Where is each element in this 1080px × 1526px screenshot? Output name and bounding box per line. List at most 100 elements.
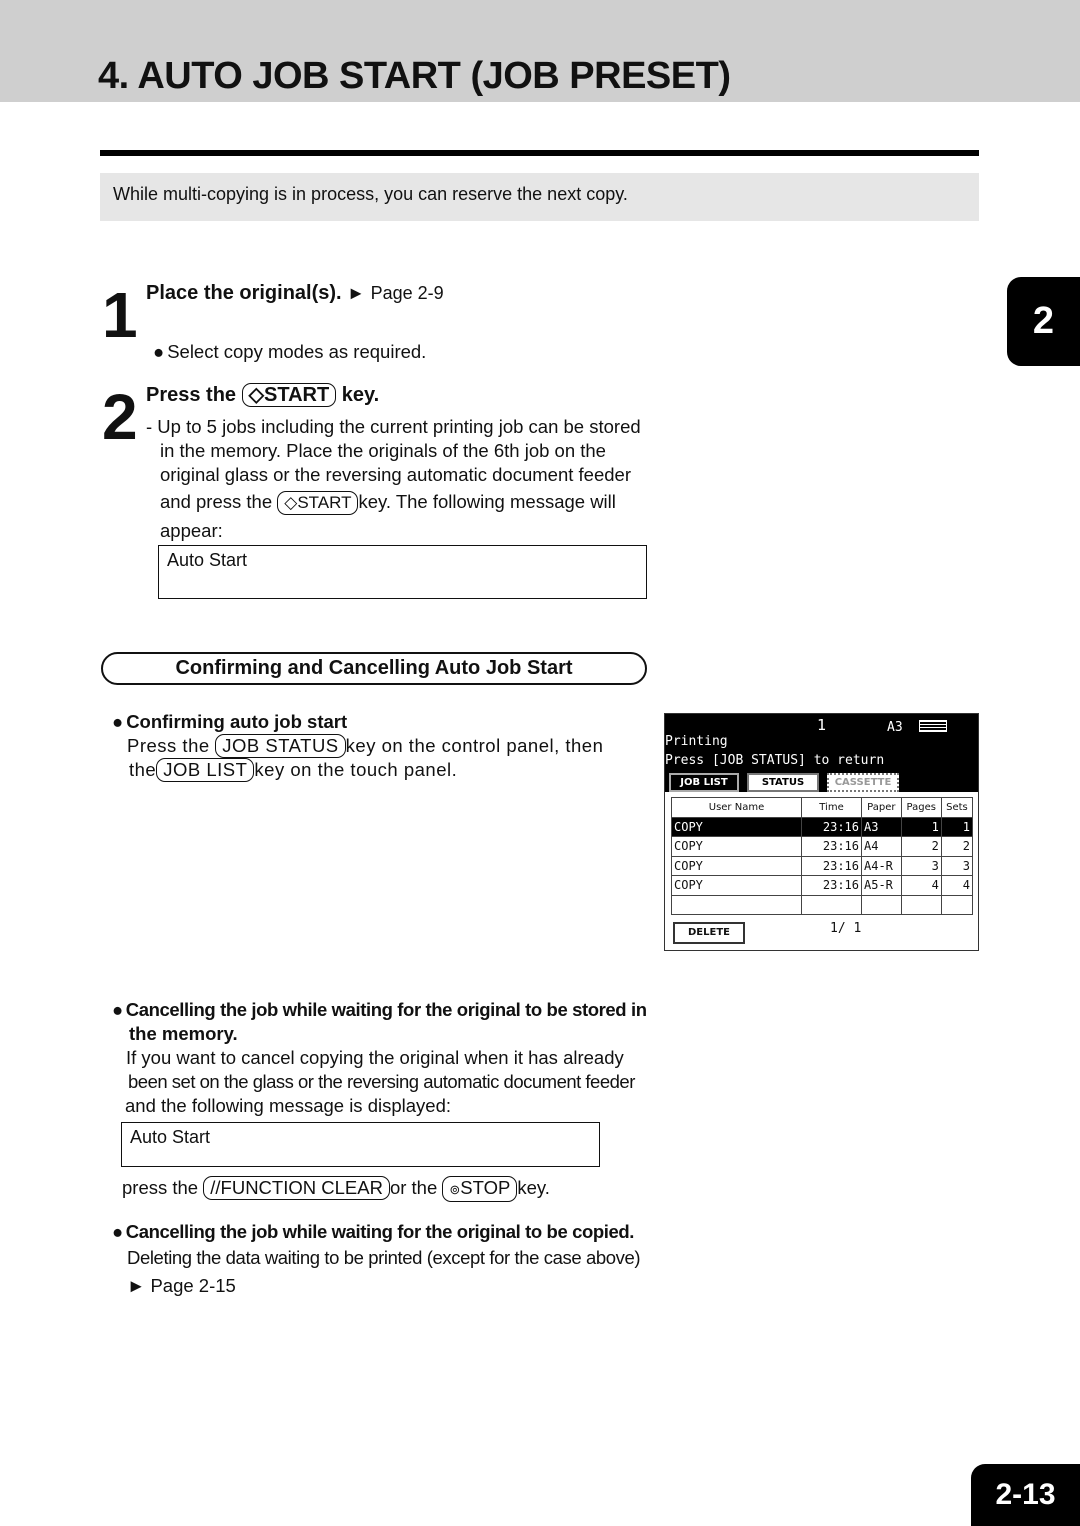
function-clear-key: //FUNCTION CLEAR — [203, 1176, 390, 1200]
cell: 23:16 — [801, 875, 862, 896]
cell: 2 — [900, 836, 942, 857]
body-line: appear: — [160, 520, 223, 541]
cell: A3 — [861, 816, 902, 837]
text: and press the — [160, 491, 273, 512]
subheading: the memory. — [129, 1023, 238, 1044]
heading-text: key. — [341, 384, 380, 406]
key-label: START — [297, 493, 352, 512]
text: key. — [517, 1177, 550, 1198]
cell: A5-R — [861, 875, 902, 896]
clear-icon: // — [210, 1177, 221, 1198]
job-list-key: JOB LIST — [156, 758, 255, 782]
body-line: been set on the glass or the reversing a… — [128, 1071, 635, 1092]
paper-size: A3 — [887, 720, 903, 735]
start-key: ◇START — [241, 383, 337, 407]
hint-text: Press [JOB STATUS] to return — [665, 753, 885, 768]
cell: 23:16 — [801, 836, 862, 857]
text: or the — [389, 1177, 438, 1198]
job-list-table: User Name Time Paper Pages Sets COPY 23:16 A3 1… — [671, 797, 974, 915]
key-label: STOP — [460, 1177, 511, 1198]
text: Page 2-15 — [150, 1275, 236, 1296]
text: the — [129, 759, 157, 780]
cell: 4 — [900, 875, 942, 896]
cell: COPY — [671, 875, 802, 896]
step2-heading: Press the ◇START key. — [146, 383, 379, 407]
column-header: Paper — [861, 797, 902, 818]
arrow-icon: ► — [347, 283, 365, 303]
body-line: and the following message is displayed: — [125, 1095, 451, 1116]
panel-header: 1 A3 Printing Press [JOB STATUS] to retu… — [665, 714, 978, 792]
cell: 23:16 — [801, 816, 862, 837]
page-reference: ► Page 2-15 — [112, 1274, 652, 1298]
cell: 1 — [940, 816, 974, 837]
arrow-icon: ► — [127, 1275, 146, 1296]
subheading: Confirming auto job start — [112, 710, 642, 734]
table-row — [671, 894, 974, 915]
page-indicator: 1/ 1 — [830, 921, 862, 936]
text: Press the — [127, 735, 210, 756]
body-line: Deleting the data waiting to be printed … — [127, 1247, 641, 1268]
column-header: Time — [801, 797, 862, 818]
page-reference: Page 2-9 — [370, 283, 444, 303]
job-status-key: JOB STATUS — [215, 734, 346, 758]
cell: COPY — [671, 816, 802, 837]
page-title: 4. AUTO JOB START (JOB PRESET) — [98, 55, 731, 97]
message-box: Auto Start — [158, 545, 647, 599]
column-header: Pages — [900, 797, 942, 818]
subheading: Cancelling the job while waiting for the… — [112, 1220, 652, 1244]
start-key: ◇START — [277, 491, 359, 515]
subheading: Cancelling the job while waiting for the… — [112, 998, 652, 1022]
table-row[interactable]: COPY 23:16 A4-R 3 3 — [671, 855, 974, 876]
cell: 23:16 — [801, 855, 862, 876]
section-heading: Confirming and Cancelling Auto Job Start — [101, 652, 647, 685]
table-row[interactable]: COPY 23:16 A3 1 1 — [671, 816, 974, 837]
key-label: FUNCTION CLEAR — [220, 1177, 383, 1198]
body-line: Press the JOB STATUS key on the control p… — [112, 734, 642, 758]
copy-count: 1 — [817, 716, 827, 734]
cell: 1 — [900, 816, 942, 837]
text: key. The following message will — [358, 491, 616, 512]
table-row[interactable]: COPY 23:16 A5-R 4 4 — [671, 875, 974, 896]
column-header: Sets — [940, 797, 974, 818]
body-line: in the memory. Place the originals of th… — [160, 440, 606, 461]
touch-panel-screen: 1 A3 Printing Press [JOB STATUS] to retu… — [664, 713, 979, 951]
stop-key: ⊚STOP — [442, 1176, 518, 1202]
intro-text: While multi-copying is in process, you c… — [100, 173, 979, 221]
cell: 3 — [940, 855, 974, 876]
cell: COPY — [671, 836, 802, 857]
chapter-tab: 2 — [1007, 277, 1080, 366]
key-label: START — [264, 384, 330, 406]
status-text: Printing — [665, 734, 728, 749]
step1-heading-text: Place the original(s). — [146, 282, 342, 304]
stop-icon: ⊚ — [449, 1182, 461, 1197]
delete-button[interactable]: DELETE — [673, 922, 745, 944]
tab-cassette[interactable]: CASSETTE — [827, 773, 899, 792]
body-line: If you want to cancel copying the origin… — [126, 1047, 624, 1068]
body-line: the JOB LIST key on the touch panel. — [112, 758, 642, 782]
column-header: User Name — [671, 797, 802, 818]
paper-tray-icon — [919, 720, 947, 732]
body-line: and press the ◇START key. The following m… — [146, 490, 646, 515]
tab-status[interactable]: STATUS — [747, 773, 819, 792]
page-number: 2-13 — [971, 1464, 1080, 1526]
table-row[interactable]: COPY 23:16 A4 2 2 — [671, 836, 974, 857]
cell: 2 — [940, 836, 974, 857]
text: key on the control panel, then — [345, 735, 604, 756]
step1-bullet: Select copy modes as required. — [153, 340, 426, 364]
step-number: 2 — [102, 381, 138, 453]
tab-job-list[interactable]: JOB LIST — [669, 773, 739, 792]
message-box: Auto Start — [121, 1122, 600, 1167]
cell: A4-R — [861, 855, 902, 876]
text: press the — [122, 1177, 199, 1198]
cell: A4 — [861, 836, 902, 857]
cell: 3 — [900, 855, 942, 876]
body-line: original glass or the reversing automati… — [160, 464, 631, 485]
step1-heading: Place the original(s). ► Page 2-9 — [146, 282, 444, 305]
cell: 4 — [940, 875, 974, 896]
text: key on the touch panel. — [254, 759, 458, 780]
cell: COPY — [671, 855, 802, 876]
heading-text: Press the — [146, 384, 237, 406]
body-line: press the //FUNCTION CLEAR or the ⊚STOP ke… — [122, 1176, 550, 1202]
step-number: 1 — [102, 279, 138, 351]
body-line: - Up to 5 jobs including the current pri… — [146, 416, 641, 437]
